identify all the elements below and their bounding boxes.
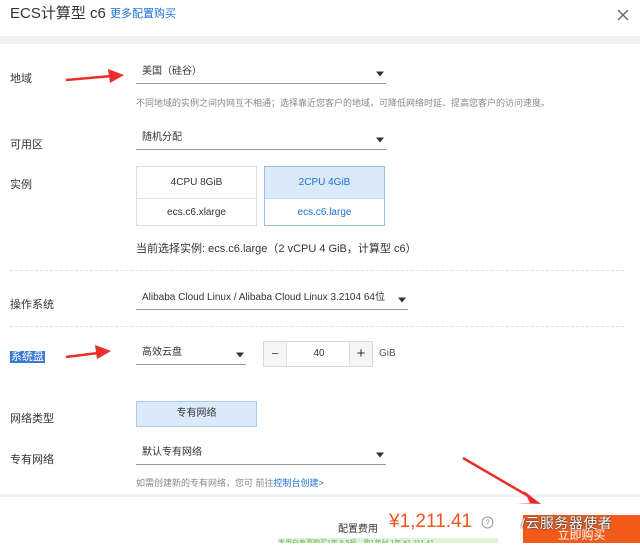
annotation-arrows <box>65 69 541 504</box>
arrow-icon <box>65 69 124 83</box>
arrow-icon <box>462 456 541 504</box>
arrow-icon <box>65 345 111 359</box>
